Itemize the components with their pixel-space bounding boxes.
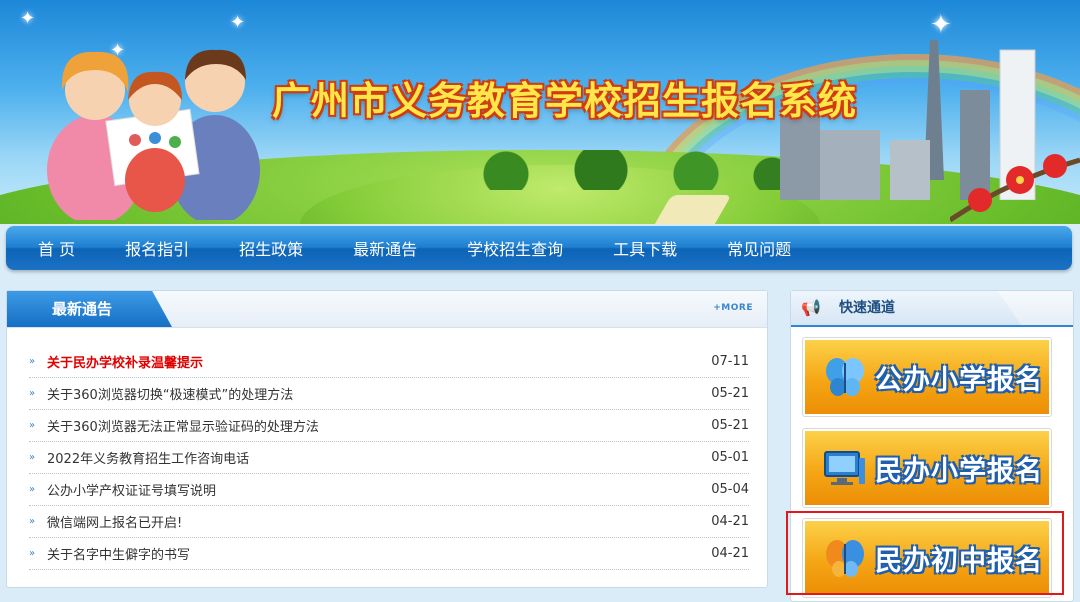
news-item-date: 05-21 xyxy=(711,418,749,433)
news-item[interactable]: » 关于360浏览器切换“极速模式”的处理方法 05-21 xyxy=(29,378,749,410)
news-item-title[interactable]: 关于360浏览器无法正常显示验证码的处理方法 xyxy=(47,416,699,435)
news-item-date: 04-21 xyxy=(711,514,749,529)
nav-item-notices[interactable]: 最新通告 xyxy=(353,236,417,260)
flowers-decoration xyxy=(950,154,1080,223)
quick-channel-title: 快速通道 xyxy=(791,291,1021,325)
button-label: 民办初中报名 xyxy=(875,545,1043,577)
news-item[interactable]: » 关于360浏览器无法正常显示验证码的处理方法 05-21 xyxy=(29,410,749,442)
computer-icon xyxy=(815,438,875,498)
news-item-date: 05-04 xyxy=(711,482,749,497)
site-title: 广州市义务教育学校招生报名系统 xyxy=(272,79,858,123)
news-item-title[interactable]: 关于360浏览器切换“极速模式”的处理方法 xyxy=(47,384,699,403)
family-illustration xyxy=(47,49,260,220)
news-item-title[interactable]: 微信端网上报名已开启! xyxy=(47,512,699,531)
nav-item-faq[interactable]: 常见问题 xyxy=(727,236,791,260)
butterfly-icon xyxy=(815,347,875,407)
news-item[interactable]: » 2022年义务教育招生工作咨询电话 05-01 xyxy=(29,442,749,474)
news-panel-header: 最新通告 +MORE xyxy=(7,291,767,328)
button-label: 民办小学报名 xyxy=(875,455,1043,487)
news-item-date: 07-11 xyxy=(711,354,749,369)
news-item-title[interactable]: 2022年义务教育招生工作咨询电话 xyxy=(47,448,699,467)
double-arrow-icon: » xyxy=(29,356,36,367)
news-item-date: 04-21 xyxy=(711,546,749,561)
butterfly-icon xyxy=(815,528,875,588)
button-label: 公办小学报名 xyxy=(875,364,1043,396)
nav-item-downloads[interactable]: 工具下载 xyxy=(613,236,677,260)
news-panel-title: 最新通告 xyxy=(7,291,172,327)
news-item-title[interactable]: 关于名字中生僻字的书写 xyxy=(47,544,699,563)
double-arrow-icon: » xyxy=(29,548,36,559)
nav-item-school-query[interactable]: 学校招生查询 xyxy=(467,236,563,260)
double-arrow-icon: » xyxy=(29,452,36,463)
double-arrow-icon: » xyxy=(29,388,36,399)
private-junior-register-button[interactable]: 民办初中报名 xyxy=(802,518,1052,598)
megaphone-icon: 📢 xyxy=(801,298,821,317)
news-item-date: 05-21 xyxy=(711,386,749,401)
more-link[interactable]: +MORE xyxy=(713,303,753,313)
double-arrow-icon: » xyxy=(29,516,36,527)
news-item-date: 05-01 xyxy=(711,450,749,465)
header-banner: ✦ ✦ ✦ ✦ 广州市义务教育学校招生报名系统 xyxy=(0,0,1080,224)
news-item[interactable]: » 公办小学产权证证号填写说明 05-04 xyxy=(29,474,749,506)
nav-item-guide[interactable]: 报名指引 xyxy=(125,236,189,260)
double-arrow-icon: » xyxy=(29,420,36,431)
news-item[interactable]: » 微信端网上报名已开启! 04-21 xyxy=(29,506,749,538)
main-nav: 首 页 报名指引 招生政策 最新通告 学校招生查询 工具下载 常见问题 xyxy=(6,226,1072,270)
news-item[interactable]: » 关于名字中生僻字的书写 04-21 xyxy=(29,538,749,570)
nav-item-policy[interactable]: 招生政策 xyxy=(239,236,303,260)
news-item-title[interactable]: 关于民办学校补录温馨提示 xyxy=(47,352,699,371)
nav-item-home[interactable]: 首 页 xyxy=(38,236,75,260)
news-item[interactable]: » 关于民办学校补录温馨提示 07-11 xyxy=(29,346,749,378)
news-list: » 关于民办学校补录温馨提示 07-11 » 关于360浏览器切换“极速模式”的… xyxy=(7,346,767,570)
trees-decoration xyxy=(430,150,810,190)
quick-channel-panel: 快速通道 📢 公办小学报名 民办小学报名 民办初中报名 xyxy=(790,290,1074,602)
private-primary-register-button[interactable]: 民办小学报名 xyxy=(802,428,1052,508)
public-primary-register-button[interactable]: 公办小学报名 xyxy=(802,337,1052,417)
double-arrow-icon: » xyxy=(29,484,36,495)
news-item-title[interactable]: 公办小学产权证证号填写说明 xyxy=(47,480,699,499)
quick-channel-header: 快速通道 📢 xyxy=(791,291,1073,327)
sparkle-icon: ✦ xyxy=(20,8,36,29)
news-panel: 最新通告 +MORE » 关于民办学校补录温馨提示 07-11 » 关于360浏… xyxy=(6,290,768,588)
